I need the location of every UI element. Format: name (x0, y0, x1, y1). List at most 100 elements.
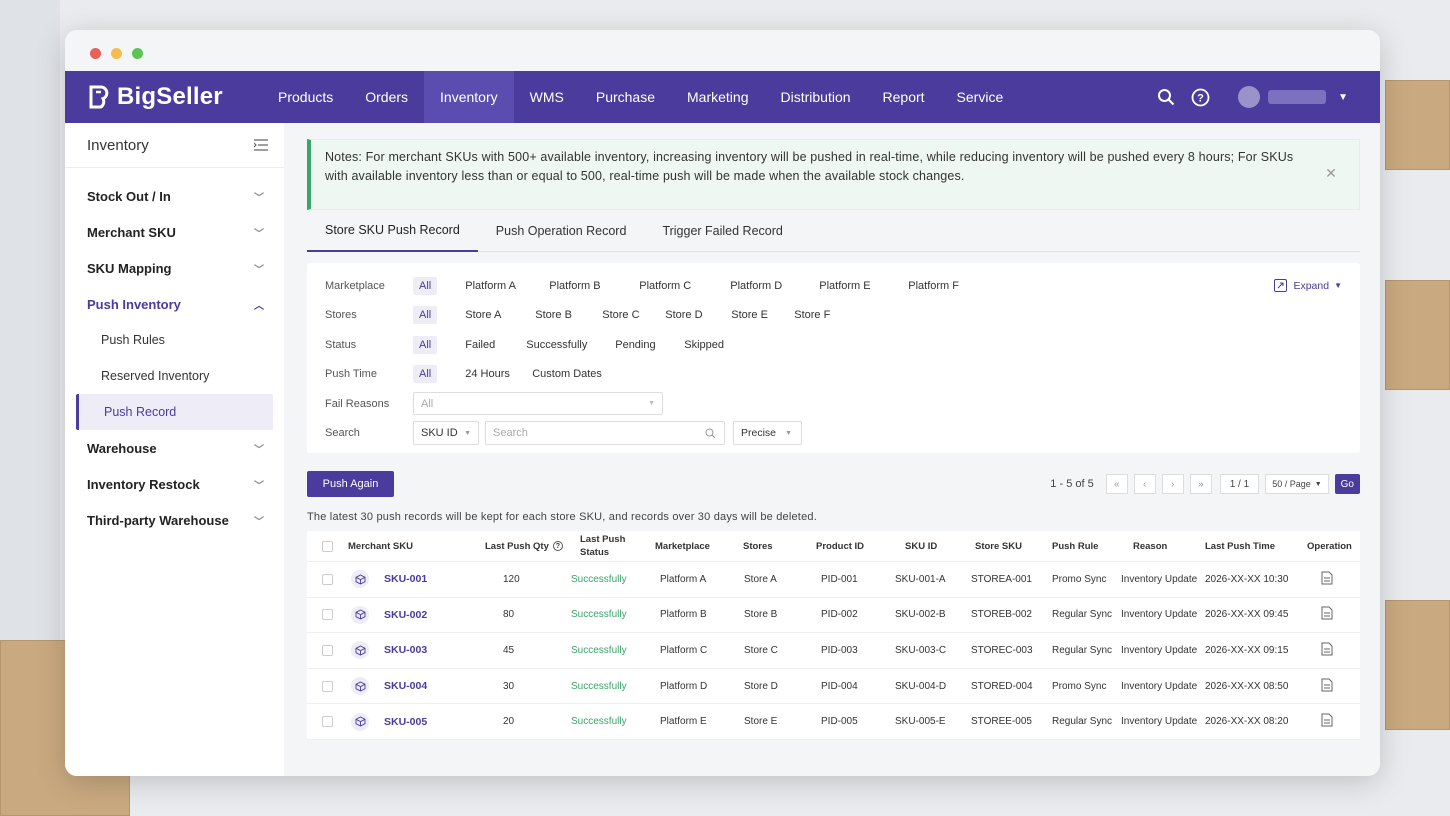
sidebar-item-label: Third-party Warehouse (87, 512, 229, 528)
nav-products[interactable]: Products (262, 71, 349, 123)
filter-option[interactable]: Platform C (639, 280, 730, 292)
close-window-button[interactable] (90, 48, 101, 59)
nav-service[interactable]: Service (941, 71, 1020, 123)
collapse-menu-icon[interactable] (254, 139, 268, 151)
account-dropdown-icon[interactable]: ▼ (1338, 92, 1348, 103)
sidebar-item-push-inventory[interactable]: Push Inventory ︿ (65, 286, 284, 322)
select-all-checkbox[interactable] (322, 540, 333, 552)
filter-option[interactable]: Store C (602, 309, 665, 321)
sidebar-sub-reserved-inventory[interactable]: Reserved Inventory (65, 358, 284, 394)
filter-option[interactable]: Platform B (549, 280, 639, 292)
sidebar-item-third-party-warehouse[interactable]: Third-party Warehouse ﹀ (65, 502, 284, 538)
filter-option[interactable]: 24 Hours (465, 368, 532, 380)
help-icon[interactable]: ? (1191, 88, 1210, 107)
avatar[interactable] (1238, 86, 1261, 108)
nav-distribution[interactable]: Distribution (764, 71, 866, 123)
filter-option[interactable]: Platform F (908, 280, 959, 292)
filter-all-marketplace[interactable]: All (413, 276, 438, 295)
cell-store-sku: STOREE-005 (971, 716, 1032, 728)
chevron-down-icon: ▼ (464, 429, 471, 437)
help-icon[interactable]: ? (552, 541, 563, 551)
username-redacted[interactable] (1268, 90, 1327, 104)
row-checkbox[interactable] (322, 644, 333, 656)
filter-option[interactable]: Skipped (684, 339, 724, 351)
sidebar-item-inventory-restock[interactable]: Inventory Restock ﹀ (65, 466, 284, 502)
last-page-icon[interactable]: » (1189, 474, 1212, 494)
filter-option[interactable]: Store B (535, 309, 602, 321)
push-again-button[interactable]: Push Again (307, 471, 394, 497)
push-record-table: Merchant SKU Last Push Qty? Last Push St… (307, 531, 1360, 740)
filter-option[interactable]: Store A (465, 309, 535, 321)
merchant-sku-link[interactable]: SKU-002 (384, 609, 427, 621)
next-page-icon[interactable]: › (1161, 474, 1184, 494)
merchant-sku-link[interactable]: SKU-005 (384, 716, 427, 728)
page-size-select[interactable]: 50 / Page ▼ (1265, 474, 1329, 494)
cell-push-rule: Regular Sync (1052, 716, 1113, 728)
filter-option[interactable]: Platform A (465, 280, 549, 292)
tab-store-sku-push-record[interactable]: Store SKU Push Record (307, 210, 478, 252)
filter-all-status[interactable]: All (413, 335, 438, 354)
filter-all-push-time[interactable]: All (413, 365, 438, 384)
row-checkbox[interactable] (322, 716, 333, 728)
search-icon[interactable] (705, 428, 716, 439)
filter-option[interactable]: Failed (465, 339, 526, 351)
filter-option[interactable]: Store E (731, 309, 794, 321)
filter-option[interactable]: Platform E (819, 280, 908, 292)
filter-all-stores[interactable]: All (413, 306, 438, 325)
nav-orders[interactable]: Orders (349, 71, 424, 123)
expand-button[interactable]: Expand ▼ (1274, 279, 1342, 292)
nav-report[interactable]: Report (867, 71, 941, 123)
tab-push-operation-record[interactable]: Push Operation Record (478, 210, 645, 252)
bigseller-logo[interactable]: BigSeller (87, 83, 262, 111)
nav-purchase[interactable]: Purchase (580, 71, 671, 123)
precise-select[interactable]: Precise ▼ (733, 421, 802, 446)
minimize-window-button[interactable] (111, 48, 122, 59)
merchant-sku-link[interactable]: SKU-001 (384, 573, 427, 585)
search-input[interactable]: Search (485, 421, 725, 446)
sidebar-sub-push-rules[interactable]: Push Rules (65, 322, 284, 358)
merchant-sku-link[interactable]: SKU-004 (384, 680, 427, 692)
row-checkbox[interactable] (322, 680, 333, 692)
filter-option[interactable]: Pending (615, 339, 684, 351)
sidebar-item-warehouse[interactable]: Warehouse ﹀ (65, 430, 284, 466)
close-icon[interactable]: ✕ (1325, 164, 1337, 183)
first-page-icon[interactable]: « (1105, 474, 1128, 494)
sidebar-item-stock-out-in[interactable]: Stock Out / In ﹀ (65, 178, 284, 214)
view-detail-icon[interactable] (1321, 713, 1333, 730)
view-detail-icon[interactable] (1321, 678, 1333, 695)
sidebar-sub-label: Reserved Inventory (101, 369, 210, 383)
filter-option[interactable]: Platform D (730, 280, 819, 292)
filter-option[interactable]: Store F (794, 309, 830, 321)
product-icon (351, 570, 369, 589)
cell-last-push-status: Successfully (571, 573, 627, 585)
view-detail-icon[interactable] (1321, 642, 1333, 659)
merchant-sku-link[interactable]: SKU-003 (384, 644, 427, 656)
search-field-select[interactable]: SKU ID ▼ (413, 421, 479, 446)
filter-row-stores: Stores All Store A Store B Store C Store… (307, 301, 1360, 331)
nav-marketing[interactable]: Marketing (671, 71, 764, 123)
filter-option[interactable]: Store D (665, 309, 731, 321)
sidebar-sub-push-record[interactable]: Push Record (76, 394, 273, 430)
cell-sku-id: SKU-003-C (895, 644, 947, 656)
fail-reasons-select[interactable]: All ▼ (413, 392, 663, 416)
filter-label: Status (325, 338, 357, 351)
sidebar-item-sku-mapping[interactable]: SKU Mapping ﹀ (65, 250, 284, 286)
tab-trigger-failed-record[interactable]: Trigger Failed Record (644, 210, 800, 252)
cell-store-sku: STOREC-003 (971, 644, 1033, 656)
sidebar-item-merchant-sku[interactable]: Merchant SKU ﹀ (65, 214, 284, 250)
view-detail-icon[interactable] (1321, 606, 1333, 623)
row-checkbox[interactable] (322, 573, 333, 585)
cell-product-id: PID-005 (821, 716, 858, 728)
go-button[interactable]: Go (1334, 474, 1360, 494)
nav-wms[interactable]: WMS (514, 71, 580, 123)
maximize-window-button[interactable] (132, 48, 143, 59)
search-icon[interactable] (1157, 88, 1175, 106)
cell-product-id: PID-004 (821, 680, 858, 692)
prev-page-icon[interactable]: ‹ (1133, 474, 1156, 494)
nav-inventory[interactable]: Inventory (424, 71, 514, 123)
filter-option[interactable]: Custom Dates (532, 368, 602, 380)
row-checkbox[interactable] (322, 609, 333, 621)
page-indicator[interactable]: 1 / 1 (1219, 474, 1260, 494)
view-detail-icon[interactable] (1321, 571, 1333, 588)
filter-option[interactable]: Successfully (526, 339, 615, 351)
